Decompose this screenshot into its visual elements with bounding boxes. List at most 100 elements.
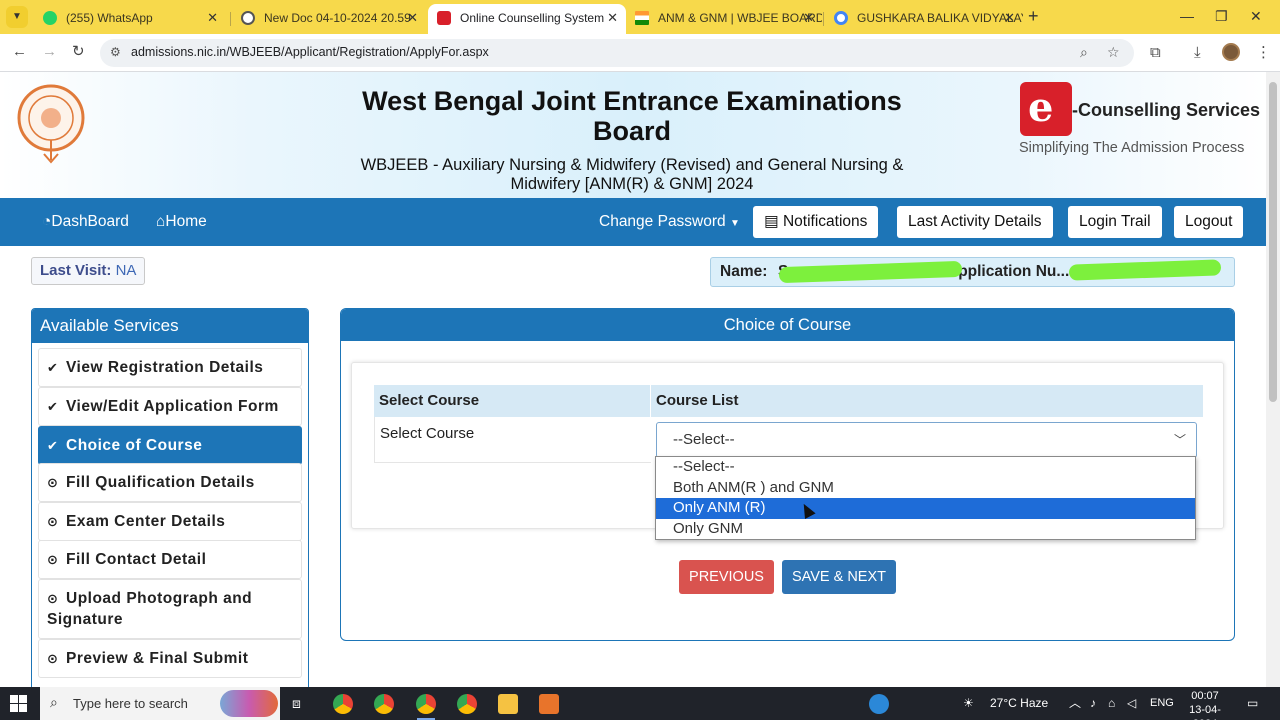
- close-tab-icon[interactable]: ✕: [207, 4, 218, 32]
- sidebar-item-label: Exam Center Details: [66, 513, 226, 530]
- chrome-icon[interactable]: [416, 694, 436, 714]
- brand-letter: e: [1028, 84, 1054, 131]
- course-option[interactable]: Only GNM: [656, 519, 1195, 540]
- zoom-icon[interactable]: ⌕: [1080, 44, 1088, 61]
- sidebar-item-preview-submit[interactable]: ⊙ Preview & Final Submit: [38, 639, 302, 678]
- tab-new-doc[interactable]: New Doc 04-10-2024 20.59 ✕: [232, 4, 426, 34]
- sidebar-item-fill-contact[interactable]: ⊙ Fill Contact Detail: [38, 540, 302, 579]
- wbjeeb-seal-logo-icon: [17, 84, 85, 164]
- close-tab-icon[interactable]: ✕: [407, 4, 418, 32]
- course-option-highlighted[interactable]: Only ANM (R): [656, 498, 1195, 519]
- login-trail-button[interactable]: Login Trail: [1068, 206, 1162, 238]
- sidebar-item-view-registration[interactable]: ✔ View Registration Details: [38, 348, 302, 387]
- globe-icon: [241, 11, 255, 25]
- close-tab-icon[interactable]: ✕: [803, 4, 814, 32]
- bookmark-star-icon[interactable]: ☆: [1107, 44, 1120, 61]
- clock-icon: ⊙: [47, 475, 59, 490]
- logout-button[interactable]: Logout: [1174, 206, 1244, 238]
- ecounselling-logo-icon: e: [1020, 82, 1072, 136]
- system-clock[interactable]: 00:07 13-04-2024: [1178, 689, 1232, 720]
- windows-start-icon[interactable]: [10, 695, 27, 712]
- back-arrow-icon[interactable]: ←: [12, 42, 27, 62]
- course-option[interactable]: --Select--: [656, 457, 1195, 478]
- sidebar-item-label: Fill Qualification Details: [66, 474, 255, 491]
- main-panel-title: Choice of Course: [341, 309, 1234, 341]
- tab-whatsapp[interactable]: (255) WhatsApp ✕: [34, 4, 226, 34]
- sidebar-item-exam-center[interactable]: ⊙ Exam Center Details: [38, 502, 302, 541]
- sidebar-item-upload-photo[interactable]: ⊙ Upload Photograph and Signature: [38, 579, 302, 639]
- new-tab-button[interactable]: +: [1028, 6, 1039, 26]
- page-subtitle: WBJEEB - Auxiliary Nursing & Midwifery (…: [360, 156, 904, 193]
- tray-expand-icon[interactable]: ︿: [1069, 695, 1081, 712]
- taskbar-search-box[interactable]: ⌕ Type here to search: [40, 687, 280, 720]
- save-next-button[interactable]: SAVE & NEXT: [782, 560, 896, 594]
- nav-home[interactable]: ⌂Home: [156, 212, 207, 232]
- close-window-icon[interactable]: ✕: [1250, 6, 1262, 26]
- profile-avatar[interactable]: [1222, 43, 1240, 61]
- search-icon: ⌕: [50, 694, 58, 710]
- volume-icon[interactable]: ◁: [1127, 695, 1136, 712]
- sidebar-item-choice-of-course[interactable]: ✔ Choice of Course: [38, 426, 302, 465]
- page-scrollbar[interactable]: [1266, 72, 1280, 687]
- application-number-label: Application Nu...: [947, 263, 1070, 280]
- notifications-button[interactable]: ▤ Notifications: [753, 206, 879, 238]
- forward-arrow-icon[interactable]: →: [42, 42, 57, 62]
- download-icon[interactable]: ⤓: [1194, 43, 1201, 63]
- tab-gushkara[interactable]: GUSHKARA BALIKA VIDYALAYA ✕: [825, 4, 1023, 34]
- tab-separator: [823, 12, 824, 26]
- chrome-icon[interactable]: [374, 694, 394, 714]
- app-icon[interactable]: [539, 694, 559, 714]
- available-services-panel: Available Services ✔ View Registration De…: [31, 308, 309, 688]
- course-option[interactable]: Both ANM(R ) and GNM: [656, 478, 1195, 499]
- previous-button[interactable]: PREVIOUS: [679, 560, 774, 594]
- tab-title: ANM & GNM | WBJEE BOARD |: [658, 11, 822, 25]
- help-icon[interactable]: [869, 694, 889, 714]
- url-omnibox[interactable]: ⚙ admissions.nic.in/WBJEEB/Applicant/Reg…: [100, 39, 1134, 67]
- nav-home-label: Home: [165, 213, 207, 230]
- search-highlight-icon: [220, 690, 278, 717]
- weather-text[interactable]: 27°C Haze: [990, 695, 1048, 712]
- extensions-icon[interactable]: ⧉: [1150, 43, 1161, 63]
- nav-change-password[interactable]: Change Password ▼: [599, 212, 740, 234]
- tab-anm-gnm[interactable]: ANM & GNM | WBJEE BOARD | ✕: [626, 4, 822, 34]
- close-tab-icon[interactable]: ✕: [607, 4, 618, 32]
- file-explorer-icon[interactable]: [498, 694, 518, 714]
- course-select-dropdown: --Select-- Both ANM(R ) and GNM Only ANM…: [655, 456, 1196, 540]
- clock-date: 13-04-2024: [1189, 704, 1221, 720]
- tab-online-counselling[interactable]: Online Counselling System ✕: [428, 4, 626, 34]
- browser-tab-bar: ▼ (255) WhatsApp ✕ New Doc 04-10-2024 20…: [0, 0, 1280, 34]
- url-text[interactable]: admissions.nic.in/WBJEEB/Applicant/Regis…: [131, 45, 489, 59]
- clock-time: 00:07: [1191, 690, 1219, 702]
- sidebar-item-fill-qualification[interactable]: ⊙ Fill Qualification Details: [38, 463, 302, 502]
- brand-title: -Counselling Services: [1072, 100, 1261, 120]
- column-header-course-list: Course List: [656, 392, 739, 409]
- course-select[interactable]: --Select-- ﹀: [656, 422, 1197, 458]
- task-view-icon[interactable]: ⧈: [292, 695, 301, 712]
- whatsapp-icon: [43, 11, 57, 25]
- chrome-icon[interactable]: [333, 694, 353, 714]
- maximize-icon[interactable]: ❐: [1215, 6, 1228, 26]
- language-indicator[interactable]: ENG: [1150, 695, 1174, 712]
- tab-search-chevron-icon[interactable]: ▼: [6, 6, 28, 28]
- site-info-icon[interactable]: ⚙: [110, 45, 121, 59]
- applicant-info-box: Name: S SH Application Nu...: [710, 257, 1235, 287]
- reload-icon[interactable]: ↻: [72, 42, 85, 62]
- scrollbar-thumb[interactable]: [1269, 82, 1277, 402]
- microphone-icon[interactable]: ♪: [1090, 695, 1096, 712]
- minimize-icon[interactable]: —: [1180, 6, 1194, 26]
- close-tab-icon[interactable]: ✕: [1004, 4, 1015, 32]
- menu-kebab-icon[interactable]: ⋮: [1256, 43, 1271, 63]
- last-visit-label: Last Visit:: [40, 262, 112, 279]
- notification-center-icon[interactable]: ▭: [1247, 695, 1258, 712]
- page-header: West Bengal Joint Entrance Examinations …: [0, 72, 1266, 198]
- last-activity-button[interactable]: Last Activity Details: [897, 206, 1053, 238]
- nav-dashboard[interactable]: ◔DashBoard: [42, 212, 129, 232]
- name-label: Name:: [720, 263, 768, 280]
- newspaper-icon: ▤: [764, 213, 779, 230]
- sidebar-item-label: Preview & Final Submit: [66, 650, 249, 667]
- chrome-icon[interactable]: [457, 694, 477, 714]
- network-icon[interactable]: ⌂: [1108, 695, 1115, 712]
- sidebar-item-view-edit-application[interactable]: ✔ View/Edit Application Form: [38, 387, 302, 426]
- last-visit-badge: Last Visit: NA: [31, 257, 146, 285]
- sidebar-title: Available Services: [32, 309, 308, 343]
